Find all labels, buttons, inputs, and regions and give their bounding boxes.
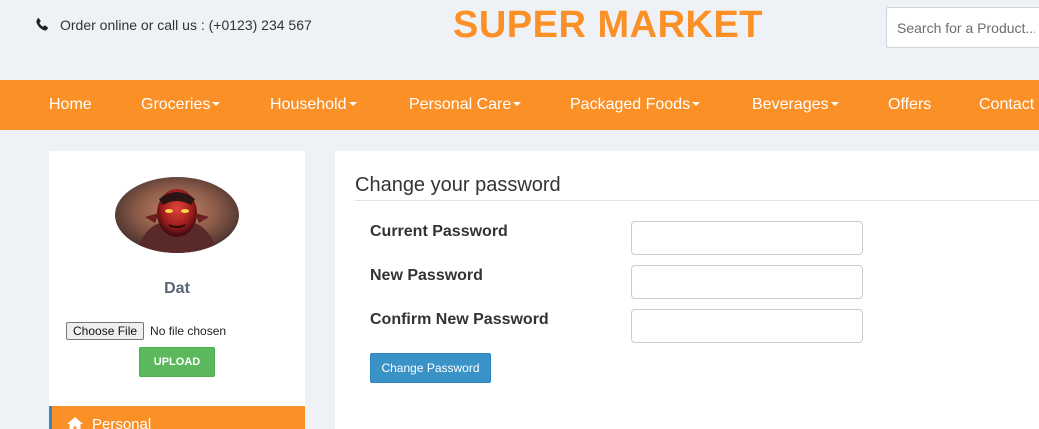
nav-item-home[interactable]: Home <box>49 80 92 130</box>
nav-item-contact[interactable]: Contact <box>979 80 1034 130</box>
sidebar-item-label: Personal <box>92 416 152 429</box>
top-bar: Order online or call us : (+0123) 234 56… <box>0 0 1039 80</box>
home-icon <box>67 417 83 429</box>
nav-item-label: Contact <box>979 96 1035 113</box>
nav-item-label: Offers <box>888 96 932 113</box>
search-input[interactable] <box>886 7 1039 48</box>
change-password-panel: Change your password Current Password Ne… <box>335 151 1039 429</box>
avatar-image <box>115 177 239 253</box>
nav-item-label: Beverages <box>752 96 829 113</box>
upload-button[interactable]: UPLOAD <box>139 347 215 377</box>
contact-info: Order online or call us : (+0123) 234 56… <box>34 17 312 33</box>
title-divider <box>355 200 1039 201</box>
sidebar-item-personal[interactable]: Personal <box>49 406 305 429</box>
avatar <box>115 177 239 253</box>
main-nav: Home Groceries Household Personal Care P… <box>0 80 1039 130</box>
nav-item-offers[interactable]: Offers <box>888 80 931 130</box>
choose-file-button[interactable]: Choose File <box>66 322 145 340</box>
nav-item-label: Personal Care <box>409 96 512 113</box>
contact-text: Order online or call us : (+0123) 234 56… <box>60 17 312 33</box>
phone-icon <box>36 18 48 31</box>
change-password-button[interactable]: Change Password <box>370 353 491 383</box>
profile-username: Dat <box>164 280 190 297</box>
nav-item-label: Packaged Foods <box>570 96 691 113</box>
confirm-password-field[interactable] <box>631 309 863 343</box>
nav-item-beverages[interactable]: Beverages <box>752 80 839 130</box>
new-password-label: New Password <box>370 267 483 284</box>
caret-down-icon <box>212 101 221 106</box>
nav-item-groceries[interactable]: Groceries <box>141 80 221 130</box>
caret-down-icon <box>348 101 357 106</box>
file-upload-row: Choose File No file chosen <box>66 322 226 340</box>
nav-item-label: Groceries <box>141 96 211 113</box>
page-title: Change your password <box>355 174 561 196</box>
new-password-field[interactable] <box>631 265 863 299</box>
file-status: No file chosen <box>150 324 227 338</box>
current-password-field[interactable] <box>631 221 863 255</box>
nav-item-label: Home <box>49 96 92 113</box>
nav-item-label: Household <box>270 96 347 113</box>
current-password-label: Current Password <box>370 223 508 240</box>
brand-logo[interactable]: SUPER MARKET <box>453 4 763 47</box>
caret-down-icon <box>830 101 839 106</box>
confirm-password-label: Confirm New Password <box>370 311 549 328</box>
nav-item-packaged-foods[interactable]: Packaged Foods <box>570 80 701 130</box>
nav-item-personal-care[interactable]: Personal Care <box>409 80 522 130</box>
profile-sidebar: Dat Choose File No file chosen UPLOAD Pe… <box>49 151 305 429</box>
caret-down-icon <box>513 101 522 106</box>
caret-down-icon <box>692 101 701 106</box>
nav-item-household[interactable]: Household <box>270 80 357 130</box>
